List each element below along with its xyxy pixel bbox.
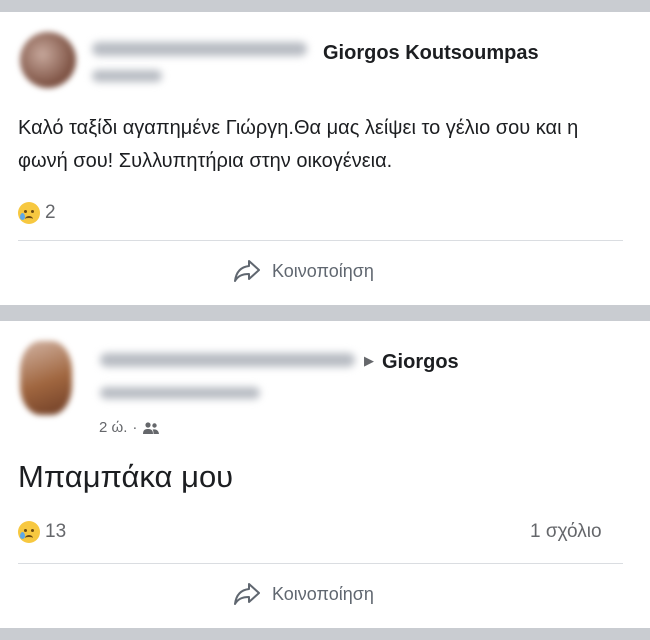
meta-dot: · — [132, 419, 138, 436]
sad-reaction-icon — [18, 202, 40, 224]
post-meta: 2 ώ. · — [99, 419, 160, 436]
author-avatar[interactable] — [20, 341, 72, 415]
author-avatar[interactable] — [20, 32, 76, 88]
post-card-2: ▶ Giorgos 2 ώ. · Μπαμπάκα μου 13 1 σχόλιο… — [0, 321, 650, 628]
blurred-name — [100, 353, 355, 367]
post-text: Καλό ταξίδι αγαπημένε Γιώργη.Θα μας λείψ… — [18, 117, 579, 172]
friends-audience-icon[interactable] — [142, 421, 160, 435]
comment-count-link[interactable]: 1 σχόλιο — [530, 521, 602, 543]
reaction-count: 13 — [45, 521, 67, 542]
feed-divider-top — [0, 0, 650, 12]
action-separator — [18, 563, 623, 564]
sad-reaction-icon — [18, 521, 40, 543]
share-label: Κοινοποίηση — [272, 583, 374, 604]
post-time[interactable]: 2 ώ. — [99, 419, 127, 436]
blurred-name — [92, 42, 307, 56]
post-card-1: Giorgos Koutsoumpas Καλό ταξίδι αγαπημέν… — [0, 12, 650, 305]
reaction-count: 2 — [45, 202, 56, 223]
share-button[interactable]: Κοινοποίηση — [232, 581, 374, 607]
share-icon — [234, 260, 260, 282]
share-label: Κοινοποίηση — [272, 260, 374, 281]
reaction-summary[interactable]: 13 — [18, 521, 66, 543]
action-separator — [18, 240, 623, 241]
share-arrow-icon: ▶ — [364, 354, 374, 369]
blurred-group-name — [100, 387, 260, 399]
feed-divider-middle — [0, 305, 650, 321]
blurred-subtitle — [92, 70, 162, 82]
share-icon — [234, 583, 260, 605]
tagged-user-name[interactable]: Giorgos Koutsoumpas — [323, 42, 539, 65]
shared-to-target[interactable]: ▶ Giorgos — [364, 351, 459, 374]
feed-divider-bottom — [0, 628, 650, 640]
target-name: Giorgos — [382, 351, 459, 373]
reaction-summary[interactable]: 2 — [18, 202, 56, 224]
share-button[interactable]: Κοινοποίηση — [232, 258, 374, 284]
post-text: Μπαμπάκα μου — [18, 459, 234, 494]
